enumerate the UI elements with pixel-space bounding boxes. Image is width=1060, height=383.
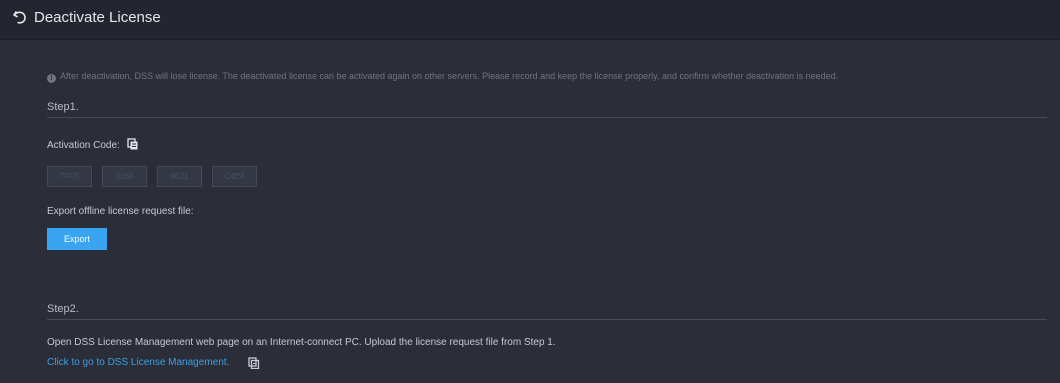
deactivation-notice: ! After deactivation, DSS will lose licen…: [47, 71, 838, 83]
step2-title: Step2.: [47, 303, 79, 315]
activation-code-label: Activation Code:: [47, 138, 139, 151]
step1-title: Step1.: [47, 101, 79, 113]
copy-icon[interactable]: [248, 357, 260, 369]
license-management-link[interactable]: Click to go to DSS License Management.: [47, 357, 229, 368]
step2-divider: [47, 319, 1047, 320]
deactivate-license-page: Deactivate License ! After deactivation, …: [0, 0, 1060, 383]
undo-arrow-icon[interactable]: [12, 9, 28, 25]
export-button[interactable]: Export: [47, 228, 107, 250]
activation-code-segment: 9621: [157, 166, 202, 187]
activation-code-segment: 7FFS: [47, 166, 92, 187]
info-circle-icon: !: [47, 74, 56, 83]
page-title: Deactivate License: [34, 9, 161, 26]
step1-divider: [47, 117, 1047, 118]
copy-icon[interactable]: [126, 138, 139, 150]
header-bar: Deactivate License: [0, 0, 1060, 40]
activation-code-segment: 3360: [102, 166, 147, 187]
activation-code-text: Activation Code:: [47, 140, 120, 151]
notice-text: After deactivation, DSS will lose licens…: [60, 71, 839, 81]
activation-code-segment: C4E4: [212, 166, 257, 187]
export-request-label: Export offline license request file:: [47, 206, 194, 217]
step2-description: Open DSS License Management web page on …: [47, 337, 556, 348]
